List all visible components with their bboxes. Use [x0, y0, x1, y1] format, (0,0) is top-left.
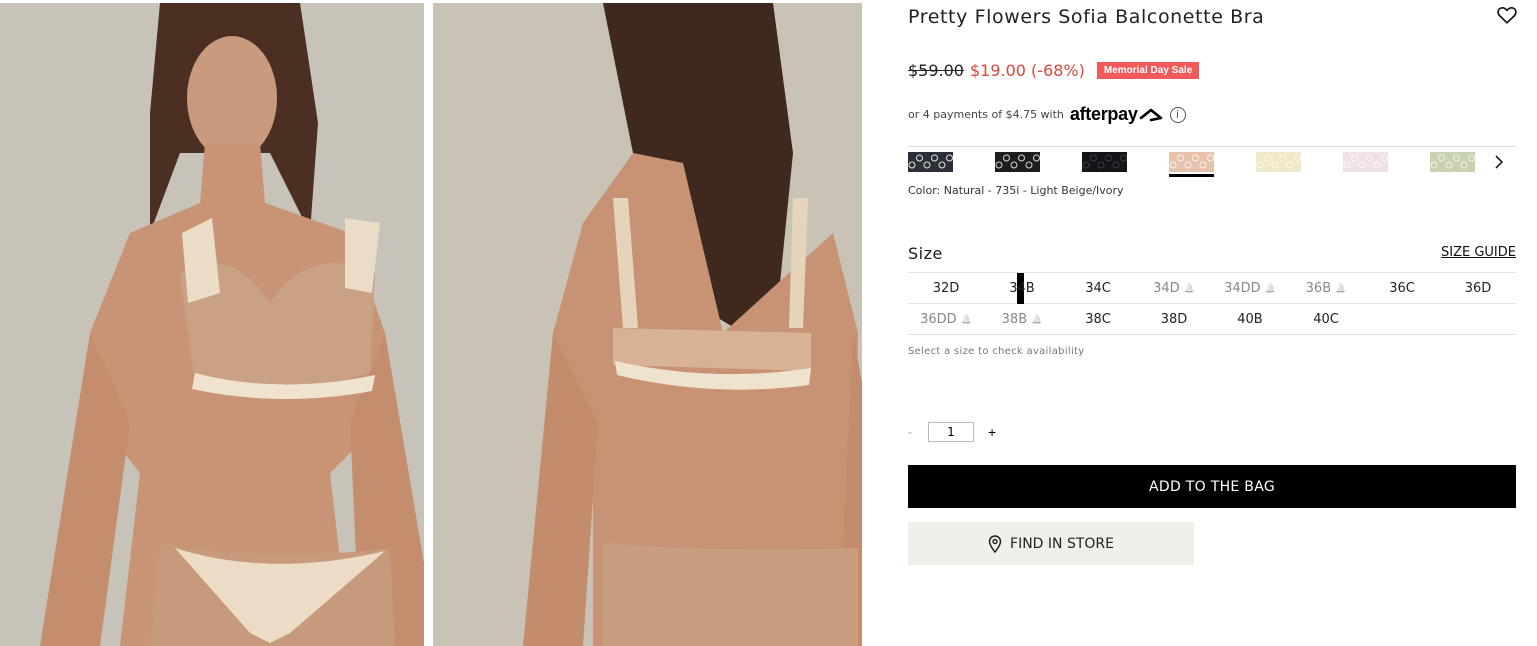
size-option-label: 34DD — [1224, 281, 1261, 296]
color-swatches — [908, 152, 1475, 177]
installments-text: or 4 payments of $4.75 with — [908, 108, 1064, 121]
find-in-store-button[interactable]: FIND IN STORE — [908, 522, 1194, 565]
lace-pattern-icon — [1430, 154, 1475, 169]
size-option-38c[interactable]: 38C — [1060, 304, 1136, 335]
size-grid: 32D 34B 34C 34D 🔔 34DD 🔔 36B 🔔 36C 36D 36DD 🔔 38B 🔔 38C… — [908, 273, 1516, 335]
size-option-label: 32D — [932, 281, 960, 296]
size-section-title: Size — [908, 244, 943, 263]
add-to-bag-button[interactable]: ADD TO THE BAG — [908, 465, 1516, 508]
size-option-label: 36DD — [920, 312, 957, 327]
lace-pattern-icon — [1082, 154, 1127, 169]
afterpay-arrows-icon — [1139, 108, 1162, 121]
sale-badge: Memorial Day Sale — [1096, 62, 1200, 79]
quantity-input[interactable] — [928, 422, 974, 442]
notify-bell-icon: 🔔 — [960, 314, 972, 325]
afterpay-wordmark: afterpay — [1069, 104, 1138, 124]
heart-icon[interactable] — [1496, 4, 1518, 26]
size-option-label: 36B — [1305, 281, 1332, 296]
lace-pattern-icon — [995, 154, 1040, 169]
product-details-panel: Pretty Flowers Sofia Balconette Bra $59.… — [908, 0, 1518, 646]
size-option-38d[interactable]: 38D — [1136, 304, 1212, 335]
size-option-label: 34D — [1153, 281, 1180, 296]
selected-color-label: Color: Natural - 735i - Light Beige/Ivor… — [908, 184, 1124, 197]
size-option-34b[interactable]: 34B — [984, 273, 1060, 304]
lace-pattern-icon — [908, 154, 953, 169]
size-option-label: 38C — [1085, 312, 1111, 327]
size-option-label: 40B — [1237, 312, 1263, 327]
info-icon[interactable]: i — [1169, 106, 1186, 123]
size-guide-link[interactable]: SIZE GUIDE — [1441, 245, 1516, 260]
sale-price: $19.00 (-68%) — [969, 61, 1085, 80]
notify-bell-icon: 🔔 — [1335, 283, 1347, 294]
size-option-34d[interactable]: 34D 🔔 — [1136, 273, 1212, 304]
color-swatch-sage[interactable] — [1430, 152, 1475, 172]
original-price: $59.00 — [908, 61, 964, 80]
installments-row: or 4 payments of $4.75 with afterpay i — [908, 104, 1186, 125]
size-option-label: 36D — [1464, 281, 1492, 296]
size-option-label: 40C — [1313, 312, 1339, 327]
product-image-back[interactable] — [433, 3, 862, 646]
swatch-divider — [908, 146, 1516, 147]
size-option-38b[interactable]: 38B 🔔 — [984, 304, 1060, 335]
location-pin-icon — [988, 534, 1002, 553]
size-option-36d[interactable]: 36D — [1440, 273, 1516, 304]
size-option-34c[interactable]: 34C — [1060, 273, 1136, 304]
model-back-illustration — [433, 3, 862, 646]
color-swatch-pink-white[interactable] — [1343, 152, 1388, 172]
size-option-label: 34B — [1009, 281, 1035, 296]
size-option-label: 36C — [1389, 281, 1415, 296]
color-swatch-ivory-yellow[interactable] — [1256, 152, 1301, 172]
price-row: $59.00 $19.00 (-68%) Memorial Day Sale — [908, 61, 1200, 80]
lace-pattern-icon — [1343, 154, 1388, 169]
quantity-stepper: - + — [908, 422, 996, 442]
size-option-40c[interactable]: 40C — [1288, 304, 1364, 335]
product-title: Pretty Flowers Sofia Balconette Bra — [908, 6, 1265, 28]
model-front-illustration — [0, 3, 424, 646]
size-option-32d[interactable]: 32D — [908, 273, 984, 304]
chevron-right-icon[interactable] — [1490, 153, 1508, 171]
size-option-40b[interactable]: 40B — [1212, 304, 1288, 335]
find-in-store-label: FIND IN STORE — [1010, 535, 1114, 552]
notify-bell-icon: 🔔 — [1264, 283, 1276, 294]
size-option-label: 38D — [1160, 312, 1188, 327]
size-option-36c[interactable]: 36C — [1364, 273, 1440, 304]
notify-bell-icon: 🔔 — [1031, 314, 1043, 325]
quantity-increase-button[interactable]: + — [988, 424, 996, 440]
quantity-decrease-button[interactable]: - — [908, 425, 914, 439]
notify-bell-icon: 🔔 — [1183, 283, 1195, 294]
color-swatch-navy-black-lace[interactable] — [908, 152, 953, 172]
size-option-34dd[interactable]: 34DD 🔔 — [1212, 273, 1288, 304]
lace-pattern-icon — [1169, 154, 1214, 169]
color-swatch-black-floral[interactable] — [995, 152, 1040, 172]
size-option-36dd[interactable]: 36DD 🔔 — [908, 304, 984, 335]
lace-pattern-icon — [1256, 154, 1301, 169]
afterpay-logo: afterpay — [1070, 104, 1164, 125]
size-option-label: 34C — [1085, 281, 1111, 296]
product-image-front[interactable] — [0, 3, 424, 646]
size-option-36b[interactable]: 36B 🔔 — [1288, 273, 1364, 304]
availability-note: Select a size to check availability — [908, 346, 1085, 357]
color-swatch-natural[interactable] — [1169, 152, 1214, 177]
color-swatch-black[interactable] — [1082, 152, 1127, 172]
size-option-label: 38B — [1001, 312, 1028, 327]
